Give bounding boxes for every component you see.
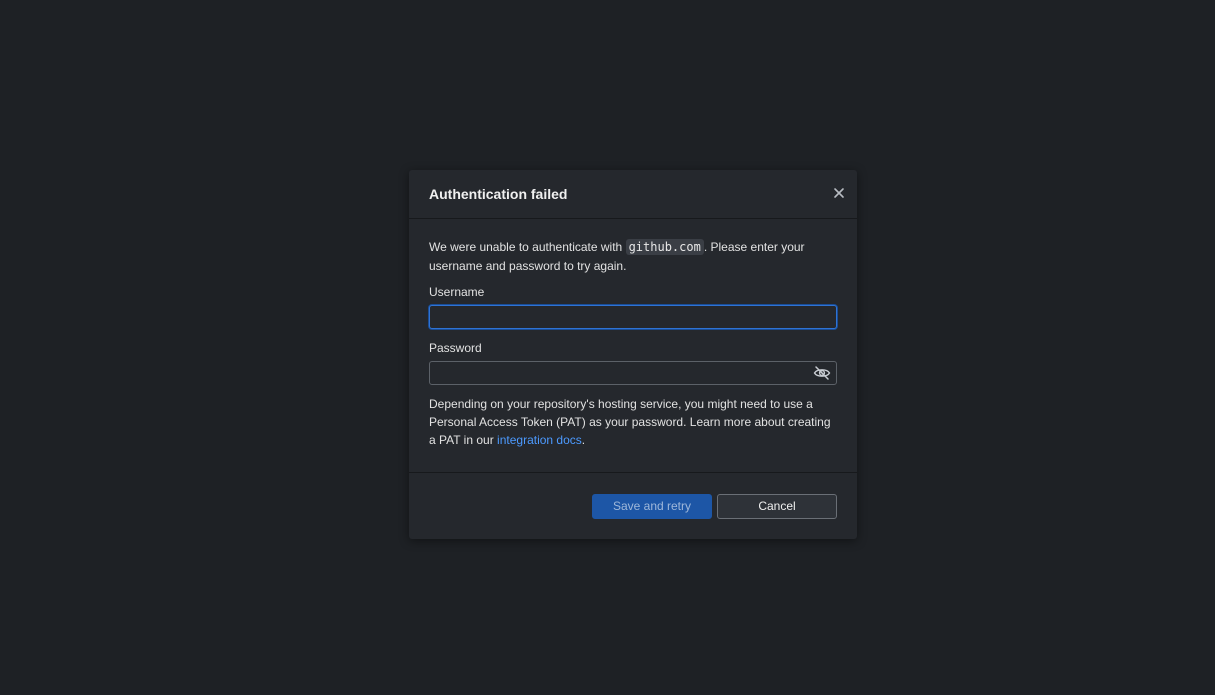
dialog-footer: Save and retry Cancel bbox=[409, 473, 857, 538]
authentication-dialog: Authentication failed We were unable to … bbox=[409, 170, 857, 539]
toggle-password-visibility-button[interactable] bbox=[813, 365, 831, 381]
cancel-button[interactable]: Cancel bbox=[717, 494, 837, 519]
intro-text-start: We were unable to authenticate with bbox=[429, 240, 626, 254]
save-and-retry-button[interactable]: Save and retry bbox=[592, 494, 712, 519]
eye-off-icon bbox=[813, 366, 831, 380]
username-label: Username bbox=[429, 285, 485, 299]
dialog-title: Authentication failed bbox=[429, 186, 568, 202]
help-text: Depending on your repository's hosting s… bbox=[429, 397, 831, 447]
help-text-end: . bbox=[581, 433, 586, 447]
username-input[interactable] bbox=[429, 305, 837, 329]
password-field-wrapper bbox=[429, 361, 837, 385]
dialog-body: We were unable to authenticate with gith… bbox=[409, 219, 857, 473]
host-name: github.com bbox=[625, 239, 704, 255]
close-icon bbox=[834, 188, 844, 198]
password-label: Password bbox=[429, 341, 482, 355]
username-field-wrapper bbox=[429, 305, 837, 329]
integration-docs-link[interactable]: integration docs bbox=[497, 433, 582, 447]
intro-message: We were unable to authenticate with gith… bbox=[429, 238, 837, 276]
dialog-header: Authentication failed bbox=[409, 170, 857, 219]
close-button[interactable] bbox=[832, 186, 846, 200]
pat-help-text: Depending on your repository's hosting s… bbox=[429, 395, 837, 449]
password-input[interactable] bbox=[429, 361, 837, 385]
